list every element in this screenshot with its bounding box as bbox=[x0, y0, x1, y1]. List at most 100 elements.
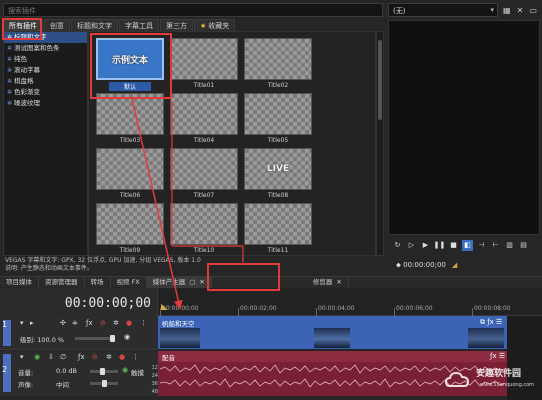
event-fx-icon[interactable]: ⧉ ƒx ☰ bbox=[480, 318, 502, 327]
collapse-icon[interactable]: ▾ bbox=[20, 353, 24, 361]
preset-tile-title03[interactable]: Title03 bbox=[95, 93, 165, 147]
transport-controls: ↻ ▷ ▶ ❚❚ ■ ◧ ⊣ ⊢ ▥ ▤ bbox=[388, 238, 540, 252]
video-event-title: 帆船和天空 bbox=[162, 320, 195, 328]
tab-video-fx[interactable]: 视频 FX bbox=[111, 277, 147, 288]
volume-slider-knob[interactable] bbox=[100, 368, 105, 375]
insert-icon[interactable]: ▤ bbox=[518, 240, 529, 251]
tab-titles-text[interactable]: 标题和文字 bbox=[71, 19, 118, 31]
timeline-ruler[interactable]: 00:00:00;00 00:00:02;00 00:00:04;00 00:0… bbox=[158, 288, 542, 316]
stop-icon[interactable]: ■ bbox=[448, 240, 459, 251]
tree-item-label: 棋盘格 bbox=[14, 77, 34, 85]
volume-value: 0.0 dB bbox=[56, 367, 77, 375]
tab-project-media[interactable]: 项目媒体 bbox=[0, 277, 39, 288]
tree-item-credit-roll[interactable]: ✲ 滚动字幕 bbox=[4, 65, 87, 76]
next-frame-icon[interactable]: ⊢ bbox=[490, 240, 501, 251]
preset-tile-title04[interactable]: Title04 bbox=[169, 93, 239, 147]
minimize-icon[interactable]: ▭ bbox=[529, 6, 537, 15]
preset-scrollbar-thumb[interactable] bbox=[378, 40, 382, 120]
playhead-marker-icon[interactable]: ◣ bbox=[161, 302, 167, 311]
automation-icon[interactable]: ✲ bbox=[113, 319, 119, 327]
preset-thumbnail bbox=[170, 93, 238, 135]
watermark-text: 安趣软件园 bbox=[476, 369, 522, 379]
tree-item-test-pattern[interactable]: ✲ 测试图案和色条 bbox=[4, 43, 87, 54]
mute-icon[interactable]: ⊘ bbox=[100, 319, 106, 327]
preset-tile-title08[interactable]: LIVE Title08 bbox=[243, 148, 313, 202]
tab-creative[interactable]: 创意 bbox=[44, 19, 70, 31]
tab-favorites[interactable]: ★ 收藏夹 bbox=[194, 19, 236, 31]
preset-label: Title08 bbox=[267, 192, 289, 199]
event-fx-icon[interactable]: ƒx ☰ bbox=[490, 352, 505, 360]
tree-item-solid-color[interactable]: ✲ 纯色 bbox=[4, 54, 87, 65]
tab-caption-tools[interactable]: 字幕工具 bbox=[119, 19, 159, 31]
pause-icon[interactable]: ❚❚ bbox=[434, 240, 446, 251]
tree-item-noise-texture[interactable]: ✲ 噪波纹理 bbox=[4, 98, 87, 109]
audio-event-title: 配音 bbox=[162, 354, 175, 362]
preset-tile-title11[interactable]: Title11 bbox=[243, 203, 313, 255]
close-icon[interactable]: ✕ bbox=[336, 278, 341, 286]
preset-tile-title01[interactable]: Title01 bbox=[169, 38, 239, 92]
trimmer-preview[interactable] bbox=[388, 20, 540, 235]
preset-label: Title11 bbox=[267, 247, 289, 254]
solo-icon[interactable]: ● bbox=[119, 353, 125, 361]
tree-item-color-gradient[interactable]: ✲ 色彩渐变 bbox=[4, 87, 87, 98]
input-icon[interactable]: ⇩ bbox=[48, 353, 54, 361]
record-arm-icon[interactable]: ◉ bbox=[34, 353, 40, 361]
play-from-start-icon[interactable]: ▷ bbox=[406, 240, 417, 251]
mute-icon[interactable]: ⊘ bbox=[92, 353, 98, 361]
volume-label: 音量: bbox=[18, 369, 34, 377]
composite-mode-icon[interactable]: ◉ bbox=[124, 333, 130, 341]
preset-tile-title09[interactable]: Title09 bbox=[95, 203, 165, 255]
close-icon[interactable]: ✕ bbox=[199, 278, 204, 286]
collapse-icon[interactable]: ▾ bbox=[20, 319, 24, 327]
tab-explorer[interactable]: 资源管理器 bbox=[39, 277, 85, 288]
video-level-label: 级别: 100.0 % bbox=[20, 336, 65, 344]
dock-icon[interactable]: ▢ bbox=[189, 278, 195, 286]
expand-icon[interactable]: ▸ bbox=[30, 319, 34, 327]
preset-tile-title10[interactable]: Title10 bbox=[169, 203, 239, 255]
delete-icon[interactable]: ✕ bbox=[517, 6, 524, 15]
level-slider[interactable] bbox=[75, 337, 115, 340]
video-track-header[interactable]: 1 ▾ ▸ ✣ ≑ ƒx ⊘ ✲ ● ⋮ 级别: 100.0 % ◉ bbox=[0, 316, 158, 350]
snapshot-icon[interactable]: ◧ bbox=[462, 239, 473, 251]
preset-tile-title07[interactable]: Title07 bbox=[169, 148, 239, 202]
preset-tile-title05[interactable]: Title05 bbox=[243, 93, 313, 147]
search-input[interactable]: 搜索插件 bbox=[3, 3, 383, 17]
preset-tile-title02[interactable]: Title02 bbox=[243, 38, 313, 92]
prev-frame-icon[interactable]: ⊣ bbox=[476, 240, 487, 251]
phase-icon[interactable]: ∅ bbox=[60, 353, 66, 361]
pan-slider-knob[interactable] bbox=[102, 380, 107, 387]
ruler-tick bbox=[472, 308, 473, 316]
solo-icon[interactable]: ● bbox=[126, 319, 132, 327]
track-fx-icon[interactable]: ƒx bbox=[86, 319, 93, 327]
grid-icon[interactable]: ▦ bbox=[503, 6, 511, 15]
motion-icon[interactable]: ✣ bbox=[60, 319, 66, 327]
tree-item-checkerboard[interactable]: ✲ 棋盘格 bbox=[4, 76, 87, 87]
tab-media-generators[interactable]: 媒体产生器 ▢ ✕ bbox=[146, 277, 212, 288]
track-number: 2 bbox=[2, 365, 8, 374]
trimmer-timecode: ⬥ 00:00:00;00 ◢ bbox=[388, 258, 540, 272]
add-to-timeline-icon[interactable]: ▥ bbox=[504, 240, 515, 251]
chevron-down-icon: ▾ bbox=[490, 6, 494, 14]
fx-icon: ✲ bbox=[7, 78, 13, 85]
video-frame-thumbnail bbox=[314, 328, 350, 348]
play-icon[interactable]: ▶ bbox=[420, 240, 431, 251]
touch-mode-icon[interactable]: ◉ bbox=[122, 366, 128, 374]
more-icon[interactable]: ⋮ bbox=[132, 353, 139, 361]
ruler-tick bbox=[316, 308, 317, 316]
tab-trimmer[interactable]: 修剪器 ✕ bbox=[307, 277, 349, 288]
plugin-description: VEGAS 字幕和文字: GPX, 32 位浮点, GPU 加速, 分组 VEG… bbox=[3, 257, 383, 275]
touch-mode-label: 触摸 bbox=[131, 369, 144, 377]
level-slider-knob[interactable] bbox=[110, 335, 115, 342]
automation-icon[interactable]: ✲ bbox=[106, 353, 112, 361]
preset-label: Title03 bbox=[119, 137, 141, 144]
trimmer-source-select[interactable]: (无) ▾ bbox=[388, 3, 498, 17]
audio-track-header[interactable]: 2 ▾ ◉ ⇩ ∅ ƒx ⊘ ✲ ● ⋮ 音量: 0.0 dB ◉ 触摸 声像:… bbox=[0, 351, 158, 396]
track-fx-icon[interactable]: ƒx bbox=[78, 353, 85, 361]
preset-thumbnail bbox=[96, 93, 164, 135]
loop-icon[interactable]: ↻ bbox=[392, 240, 403, 251]
tab-transitions[interactable]: 转场 bbox=[85, 277, 111, 288]
tab-third-party[interactable]: 第三方 bbox=[160, 19, 193, 31]
more-icon[interactable]: ⋮ bbox=[140, 319, 147, 327]
compositing-icon[interactable]: ≑ bbox=[72, 319, 78, 327]
preset-tile-title06[interactable]: Title06 bbox=[95, 148, 165, 202]
